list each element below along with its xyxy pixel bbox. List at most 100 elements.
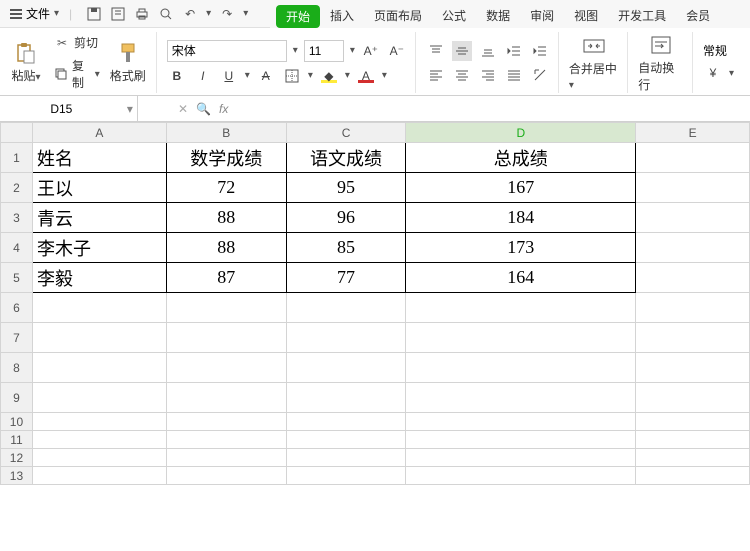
font-name-select[interactable] <box>167 40 287 62</box>
cell[interactable] <box>286 449 406 467</box>
cell[interactable]: 青云 <box>32 203 166 233</box>
print-icon[interactable] <box>134 6 150 22</box>
cell[interactable] <box>636 203 750 233</box>
size-dd-icon[interactable]: ▾ <box>350 45 355 56</box>
spreadsheet[interactable]: A B C D E 1 姓名 数学成绩 语文成绩 总成绩 2 王以 72 95 … <box>0 122 750 485</box>
cell[interactable] <box>406 293 636 323</box>
tab-view[interactable]: 视图 <box>564 3 608 28</box>
tab-review[interactable]: 审阅 <box>520 3 564 28</box>
cell[interactable] <box>406 431 636 449</box>
cell[interactable] <box>286 383 406 413</box>
cell[interactable]: 87 <box>166 263 286 293</box>
font-size-select[interactable] <box>304 40 344 62</box>
row-header[interactable]: 10 <box>1 413 33 431</box>
undo-icon[interactable]: ↶ <box>182 6 198 22</box>
row-header[interactable]: 11 <box>1 431 33 449</box>
save-as-icon[interactable] <box>110 6 126 22</box>
tab-pagelayout[interactable]: 页面布局 <box>364 3 432 28</box>
redo-icon[interactable]: ↷ <box>219 6 235 22</box>
cell[interactable] <box>406 449 636 467</box>
cell[interactable]: 王以 <box>32 173 166 203</box>
cell[interactable]: 数学成绩 <box>166 143 286 173</box>
cell[interactable] <box>166 293 286 323</box>
cell[interactable]: 姓名 <box>32 143 166 173</box>
cell[interactable]: 李木子 <box>32 233 166 263</box>
cell[interactable] <box>636 431 750 449</box>
cell[interactable] <box>406 413 636 431</box>
save-icon[interactable] <box>86 6 102 22</box>
indent-dec-icon[interactable] <box>504 41 524 61</box>
cell[interactable] <box>166 383 286 413</box>
name-box-input[interactable] <box>0 98 123 120</box>
paste-button[interactable]: 粘贴▾ <box>6 33 46 92</box>
namebox-dd-icon[interactable]: ▾ <box>123 102 137 116</box>
cell[interactable] <box>32 293 166 323</box>
row-header[interactable]: 6 <box>1 293 33 323</box>
magnify-icon[interactable]: 🔍 <box>196 102 211 116</box>
cell[interactable] <box>32 383 166 413</box>
select-all-corner[interactable] <box>1 123 33 143</box>
cell[interactable]: 88 <box>166 203 286 233</box>
print-preview-icon[interactable] <box>158 6 174 22</box>
row-header[interactable]: 5 <box>1 263 33 293</box>
cell[interactable] <box>166 449 286 467</box>
cell[interactable] <box>286 413 406 431</box>
cell[interactable] <box>166 467 286 485</box>
cell[interactable] <box>406 467 636 485</box>
cell[interactable]: 李毅 <box>32 263 166 293</box>
cell[interactable] <box>286 431 406 449</box>
italic-button[interactable]: I <box>193 66 213 86</box>
decrease-font-icon[interactable]: A⁻ <box>387 41 407 61</box>
tab-formulas[interactable]: 公式 <box>432 3 476 28</box>
cell[interactable]: 164 <box>406 263 636 293</box>
border-button[interactable] <box>282 66 302 86</box>
cut-button[interactable]: ✂ 剪切 <box>52 33 102 52</box>
cell[interactable] <box>166 353 286 383</box>
cell[interactable] <box>286 323 406 353</box>
row-header[interactable]: 1 <box>1 143 33 173</box>
cell[interactable] <box>636 323 750 353</box>
copy-button[interactable]: 复制▾ <box>52 56 102 92</box>
currency-icon[interactable]: ¥ <box>703 63 723 83</box>
cell[interactable]: 总成绩 <box>406 143 636 173</box>
align-left-icon[interactable] <box>426 65 446 85</box>
tab-vip[interactable]: 会员 <box>676 3 720 28</box>
cell[interactable]: 85 <box>286 233 406 263</box>
font-color-button[interactable]: A <box>356 66 376 86</box>
row-header[interactable]: 4 <box>1 233 33 263</box>
cell[interactable] <box>286 467 406 485</box>
align-right-icon[interactable] <box>478 65 498 85</box>
row-header[interactable]: 12 <box>1 449 33 467</box>
col-header-A[interactable]: A <box>32 123 166 143</box>
cell[interactable] <box>636 263 750 293</box>
font-dd-icon[interactable]: ▾ <box>293 45 298 56</box>
number-format-label[interactable]: 常规 <box>703 42 727 59</box>
fill-color-button[interactable]: ◆ <box>319 66 339 86</box>
cell[interactable] <box>286 293 406 323</box>
merge-button[interactable]: 合并居中▾ <box>569 34 619 91</box>
cell[interactable]: 173 <box>406 233 636 263</box>
col-header-E[interactable]: E <box>636 123 750 143</box>
align-top-icon[interactable] <box>426 41 446 61</box>
cell[interactable] <box>286 353 406 383</box>
indent-inc-icon[interactable] <box>530 41 550 61</box>
format-painter-button[interactable]: 格式刷 <box>108 33 148 92</box>
cell[interactable] <box>636 293 750 323</box>
cell[interactable]: 184 <box>406 203 636 233</box>
col-header-B[interactable]: B <box>166 123 286 143</box>
justify-icon[interactable] <box>504 65 524 85</box>
row-header[interactable]: 8 <box>1 353 33 383</box>
row-header[interactable]: 3 <box>1 203 33 233</box>
row-header[interactable]: 13 <box>1 467 33 485</box>
col-header-C[interactable]: C <box>286 123 406 143</box>
file-menu[interactable]: 文件 ▾ <box>4 3 65 24</box>
cell[interactable]: 语文成绩 <box>286 143 406 173</box>
align-bottom-icon[interactable] <box>478 41 498 61</box>
cancel-icon[interactable]: ✕ <box>178 102 188 116</box>
cell[interactable] <box>636 353 750 383</box>
row-header[interactable]: 9 <box>1 383 33 413</box>
cell[interactable] <box>166 431 286 449</box>
cell[interactable] <box>636 467 750 485</box>
cell[interactable] <box>32 353 166 383</box>
row-header[interactable]: 7 <box>1 323 33 353</box>
